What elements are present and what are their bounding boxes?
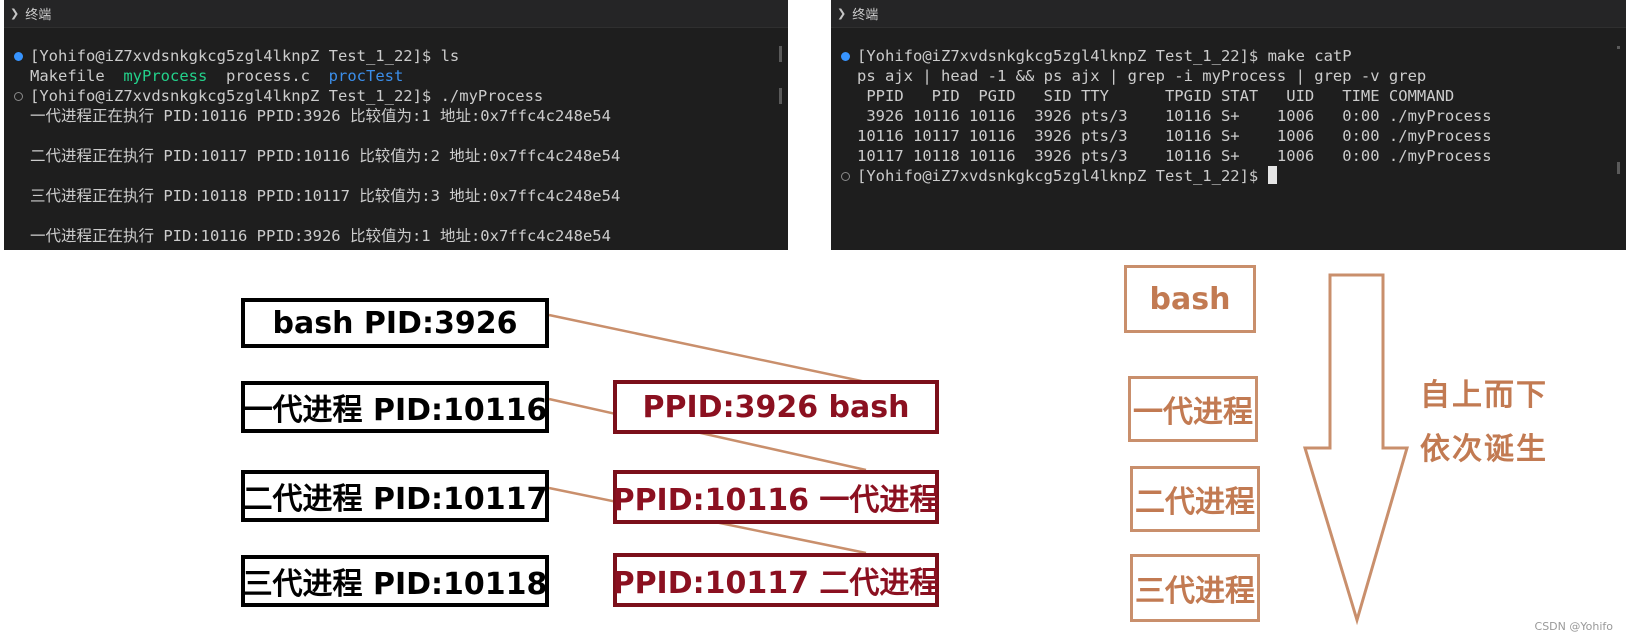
pid-box-bash: bash PID:3926 <box>241 298 549 348</box>
pid-box-gen2: 二代进程 PID:10117 <box>241 470 549 522</box>
arrow-caption-line1: 自上而下 <box>1420 378 1548 413</box>
down-arrow-icon <box>1302 273 1409 626</box>
generation-box-gen3: 三代进程 <box>1130 554 1260 622</box>
parent-connector-line <box>548 313 867 384</box>
generation-box-gen1: 一代进程 <box>1128 376 1258 442</box>
arrow-caption-line2: 依次诞生 <box>1420 432 1548 467</box>
watermark: CSDN @Yohifo <box>1534 620 1613 633</box>
generation-box-bash: bash <box>1124 265 1256 333</box>
ppid-box-bash: PPID:3926 bash <box>613 380 939 434</box>
pid-box-gen3: 三代进程 PID:10118 <box>241 555 549 607</box>
pid-box-gen1: 一代进程 PID:10116 <box>241 381 549 433</box>
ppid-box-gen2: PPID:10117 二代进程 <box>613 553 939 607</box>
ppid-box-gen1: PPID:10116 一代进程 <box>613 470 939 524</box>
generation-box-gen2: 二代进程 <box>1130 466 1260 532</box>
